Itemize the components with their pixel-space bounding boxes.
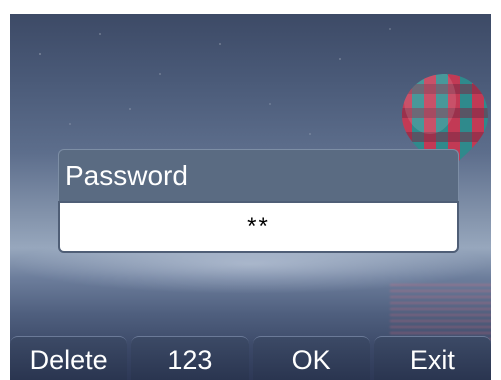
dialog-title: Password [58, 149, 459, 201]
password-field[interactable]: ** [58, 201, 459, 253]
ok-softkey[interactable]: OK [252, 336, 370, 380]
exit-softkey[interactable]: Exit [373, 336, 491, 380]
input-mode-softkey[interactable]: 123 [131, 336, 249, 380]
delete-softkey[interactable]: Delete [10, 336, 128, 380]
phone-screen: Password ** Delete 123 OK Exit [10, 14, 491, 380]
password-dialog: Password ** [58, 149, 459, 257]
softkey-bar: Delete 123 OK Exit [10, 336, 491, 380]
